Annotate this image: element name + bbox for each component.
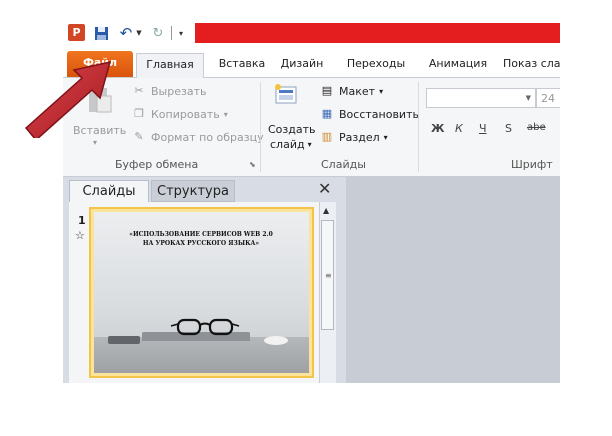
paste-dropdown-icon[interactable]: ▾ [93, 138, 97, 147]
strikethrough-button[interactable]: abe [527, 122, 546, 133]
mouse-image [264, 336, 288, 345]
powerpoint-window: P ↶ ▼ ↻ ▾ Файл Главная Вставка Дизайн Пе… [63, 20, 560, 383]
tab-design[interactable]: Дизайн [277, 53, 327, 77]
slide-title-line-2: НА УРОКАХ РУССКОГО ЯЗЫКА» [142, 240, 260, 247]
copy-dropdown-icon[interactable]: ▾ [224, 110, 228, 119]
save-icon[interactable] [93, 24, 109, 42]
bold-button[interactable]: Ж [431, 122, 444, 135]
scroll-thumb[interactable]: ≡ [321, 220, 334, 330]
layout-button[interactable]: ▤ Макет ▾ [319, 84, 383, 98]
format-painter-icon: ✎ [134, 130, 144, 143]
glasses-image [170, 318, 240, 336]
close-panel-icon[interactable]: ✕ [318, 179, 331, 198]
tab-outline[interactable]: Структура [151, 180, 235, 202]
underline-button[interactable]: Ч [479, 122, 487, 135]
slide-title-line-1: «ИСПОЛЬЗОВАНИЕ СЕРВИСОВ WEB 2.0 [129, 231, 273, 238]
slide-title: «ИСПОЛЬЗОВАНИЕ СЕРВИСОВ WEB 2.0 НА УРОКА… [106, 230, 296, 248]
reset-icon: ▦ [321, 107, 333, 120]
new-slide-icon[interactable] [273, 82, 299, 106]
reset-label: Восстановить [339, 107, 419, 121]
font-name-dropdown-icon: ▼ [525, 94, 531, 102]
slide-thumbnail[interactable]: «ИСПОЛЬЗОВАНИЕ СЕРВИСОВ WEB 2.0 НА УРОКА… [89, 207, 314, 378]
group-separator [260, 82, 261, 172]
slides-list: 1 ☆ «ИСПОЛЬЗОВАНИЕ СЕРВИСОВ WEB 2.0 НА У… [69, 202, 319, 383]
section-label: Раздел [339, 130, 380, 144]
clipboard-launcher-icon[interactable]: ⬊ [249, 160, 256, 169]
new-slide-label[interactable]: Создать [268, 123, 316, 136]
new-slide-dropdown-icon: ▾ [307, 140, 312, 149]
pointer-arrow-icon [24, 60, 112, 138]
scroll-up-icon[interactable]: ▲ [323, 206, 329, 215]
cut-button[interactable]: ✂ Вырезать [131, 84, 206, 98]
copy-icon: ❐ [134, 107, 144, 120]
slide-preview: «ИСПОЛЬЗОВАНИЕ СЕРВИСОВ WEB 2.0 НА УРОКА… [94, 212, 309, 373]
slide-number: 1 [78, 214, 86, 227]
slides-panel: Слайды Структура ✕ 1 ☆ «ИСПОЛЬЗОВАНИЕ СЕ… [63, 177, 346, 383]
redo-icon[interactable]: ↻ [151, 24, 165, 42]
italic-button[interactable]: К [455, 122, 463, 135]
ribbon: Вставить ▾ ✂ Вырезать ❐ Копировать ▾ ✎ Ф… [63, 78, 560, 177]
qat-separator [171, 26, 172, 40]
section-dropdown-icon: ▾ [383, 132, 388, 142]
tab-slides[interactable]: Слайды [69, 180, 149, 202]
copy-label: Копировать [151, 107, 220, 121]
slides-group-label: Слайды [321, 158, 366, 171]
section-icon: ▥ [321, 130, 333, 143]
phone-image [108, 336, 140, 344]
new-slide-label-text: слайд [270, 138, 305, 151]
scroll-grip-icon: ≡ [325, 271, 332, 280]
slide-editing-area[interactable] [346, 177, 560, 383]
section-button[interactable]: ▥ Раздел ▾ [319, 130, 388, 144]
format-painter-button[interactable]: ✎ Формат по образцу [131, 130, 264, 144]
scissors-icon: ✂ [134, 84, 144, 97]
quick-access-toolbar: P ↶ ▼ ↻ ▾ [63, 20, 560, 47]
clipboard-group-label: Буфер обмена [115, 158, 199, 171]
tab-animation[interactable]: Анимация [423, 53, 493, 77]
tab-slideshow[interactable]: Показ сла [503, 53, 560, 77]
animation-star-icon: ☆ [75, 229, 85, 242]
scrollbar[interactable]: ▲ ≡ [319, 202, 336, 383]
tab-transitions[interactable]: Переходы [341, 53, 411, 77]
undo-icon[interactable]: ↶ [118, 24, 134, 42]
cut-label: Вырезать [151, 84, 207, 98]
layout-label: Макет [339, 84, 376, 98]
format-painter-label: Формат по образцу [151, 130, 264, 144]
title-bar [195, 23, 560, 43]
copy-button[interactable]: ❐ Копировать ▾ [131, 107, 228, 121]
tab-home[interactable]: Главная [136, 53, 204, 78]
font-group-label: Шрифт [511, 158, 553, 171]
layout-dropdown-icon: ▾ [379, 86, 384, 96]
undo-dropdown-icon[interactable]: ▼ [135, 24, 143, 42]
customize-qat-icon[interactable]: ▾ [175, 24, 187, 42]
font-name-select[interactable]: ▼ [426, 88, 536, 108]
powerpoint-logo-icon[interactable]: P [68, 24, 85, 41]
layout-icon: ▤ [321, 84, 333, 97]
group-separator [418, 82, 419, 172]
reset-button[interactable]: ▦ Восстановить [319, 107, 419, 121]
font-size-select[interactable]: 24 [536, 88, 560, 108]
shadow-button[interactable]: S [505, 122, 512, 135]
new-slide-label-2[interactable]: слайд ▾ [270, 138, 312, 151]
ribbon-tabs: Файл Главная Вставка Дизайн Переходы Ани… [63, 47, 560, 78]
tab-insert[interactable]: Вставка [213, 53, 271, 77]
